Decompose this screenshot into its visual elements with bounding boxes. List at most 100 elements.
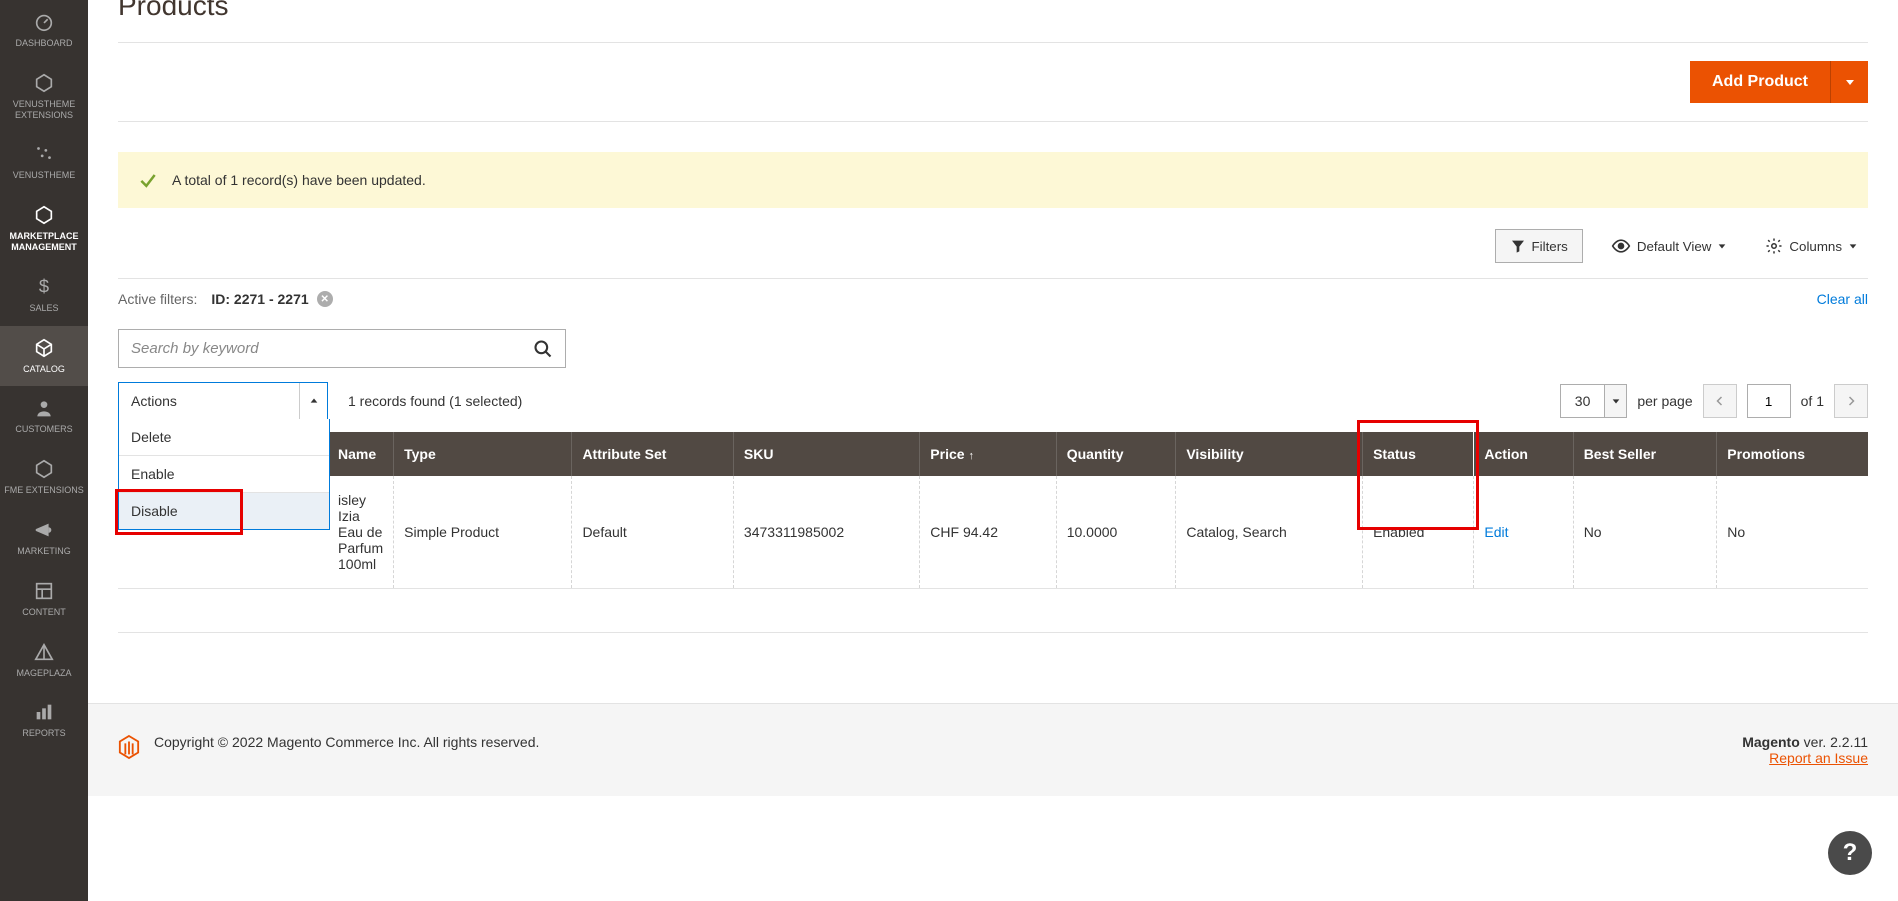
sidebar-item-label: FME EXTENSIONS [4, 485, 84, 496]
help-button[interactable]: ? [1828, 831, 1872, 875]
table-row[interactable]: isley Izia Eau de Parfum 100ml Simple Pr… [118, 476, 1868, 589]
admin-sidebar: DASHBOARD VENUSTHEME EXTENSIONS VENUSTHE… [0, 0, 88, 901]
edit-link[interactable]: Edit [1484, 524, 1508, 540]
col-sku[interactable]: SKU [733, 432, 919, 476]
page-input[interactable] [1747, 384, 1791, 418]
col-promotions[interactable]: Promotions [1717, 432, 1868, 476]
success-message-text: A total of 1 record(s) have been updated… [172, 172, 426, 188]
records-found-text: 1 records found (1 selected) [348, 393, 522, 409]
col-visibility[interactable]: Visibility [1176, 432, 1363, 476]
sidebar-item-label: MAGEPLAZA [16, 668, 71, 679]
col-action[interactable]: Action [1474, 432, 1573, 476]
page-total-label: of 1 [1801, 393, 1824, 409]
col-price-label: Price [930, 446, 964, 462]
sidebar-item-mageplaza[interactable]: MAGEPLAZA [0, 630, 88, 691]
filters-button[interactable]: Filters [1495, 229, 1583, 263]
prev-page-button[interactable] [1703, 384, 1737, 418]
sidebar-item-label: MARKETPLACE MANAGEMENT [4, 231, 84, 253]
grid-toolbar: Filters Default View Columns [118, 228, 1868, 264]
sidebar-item-venustheme[interactable]: VENUSTHEME [0, 132, 88, 193]
sidebar-item-label: SALES [29, 303, 58, 314]
sort-asc-icon: ↑ [969, 450, 975, 462]
sidebar-item-label: CONTENT [22, 607, 66, 618]
sidebar-item-catalog[interactable]: CATALOG [0, 326, 88, 387]
sidebar-item-content[interactable]: CONTENT [0, 569, 88, 630]
gear-icon [1765, 237, 1783, 255]
col-best-seller[interactable]: Best Seller [1573, 432, 1717, 476]
col-price[interactable]: Price ↑ [920, 432, 1056, 476]
active-filters-label: Active filters: [118, 291, 197, 307]
col-quantity[interactable]: Quantity [1056, 432, 1176, 476]
cell-quantity: 10.0000 [1056, 476, 1176, 589]
sidebar-item-label: VENUSTHEME [13, 170, 76, 181]
svg-text:$: $ [39, 276, 49, 297]
sidebar-item-label: DASHBOARD [15, 38, 72, 49]
page-title: Products [118, 0, 229, 22]
eye-icon [1611, 236, 1631, 256]
bar-chart-icon [32, 700, 56, 724]
action-disable-label: Disable [131, 503, 178, 519]
col-attribute-set[interactable]: Attribute Set [572, 432, 733, 476]
sidebar-item-venustheme-ext[interactable]: VENUSTHEME EXTENSIONS [0, 61, 88, 133]
active-filters-bar: Active filters: ID: 2271 - 2271 ✕ Clear … [118, 278, 1868, 319]
sidebar-item-marketplace[interactable]: MARKETPLACE MANAGEMENT [0, 193, 88, 265]
sidebar-item-customers[interactable]: CUSTOMERS [0, 386, 88, 447]
brand-name: Magento [1742, 734, 1800, 750]
table-spacer-row [118, 589, 1868, 633]
action-disable[interactable]: Disable [119, 492, 329, 529]
caret-down-icon [1848, 241, 1858, 251]
person-icon [32, 396, 56, 420]
cell-sku: 3473311985002 [733, 476, 919, 589]
add-product-split-button: Add Product [1690, 61, 1868, 103]
funnel-icon [1510, 238, 1526, 254]
hexagon-icon [32, 203, 56, 227]
mass-actions-dropdown[interactable]: Actions Delete Enable Disable [118, 382, 328, 420]
hexagon-icon [32, 457, 56, 481]
sidebar-item-marketing[interactable]: MARKETING [0, 508, 88, 569]
report-issue-link[interactable]: Report an Issue [1769, 750, 1868, 766]
col-type[interactable]: Type [394, 432, 572, 476]
magento-logo-icon [118, 734, 140, 760]
main-content: Products Add Product A total of 1 record… [88, 0, 1898, 663]
copyright-text: Copyright © 2022 Magento Commerce Inc. A… [154, 734, 539, 750]
default-view-button[interactable]: Default View [1601, 228, 1738, 264]
filters-label: Filters [1532, 239, 1568, 254]
col-status-label: Status [1373, 446, 1416, 462]
cell-type: Simple Product [394, 476, 572, 589]
search-bar [118, 329, 566, 368]
cell-attribute-set: Default [572, 476, 733, 589]
sidebar-item-fme[interactable]: FME EXTENSIONS [0, 447, 88, 508]
cell-best-seller: No [1573, 476, 1717, 589]
remove-filter-button[interactable]: ✕ [317, 291, 333, 307]
tent-icon [32, 640, 56, 664]
cube-icon [32, 336, 56, 360]
clear-all-filters[interactable]: Clear all [1817, 291, 1868, 307]
action-delete[interactable]: Delete [119, 419, 329, 455]
footer-right: Magento ver. 2.2.11 Report an Issue [1742, 734, 1868, 766]
pager: 30 per page of 1 [1560, 384, 1868, 418]
columns-button[interactable]: Columns [1755, 229, 1868, 263]
dashboard-icon [32, 10, 56, 34]
caret-down-icon [1604, 385, 1626, 417]
add-product-button[interactable]: Add Product [1690, 61, 1830, 103]
sidebar-item-reports[interactable]: REPORTS [0, 690, 88, 751]
filter-chip-text: ID: 2271 - 2271 [211, 291, 308, 307]
check-icon [138, 170, 158, 190]
sparkle-icon [32, 142, 56, 166]
page-footer: Copyright © 2022 Magento Commerce Inc. A… [88, 703, 1898, 796]
sidebar-item-label: MARKETING [17, 546, 71, 557]
dollar-icon: $ [32, 275, 56, 299]
question-icon: ? [1843, 839, 1858, 867]
per-page-select[interactable]: 30 [1560, 384, 1628, 418]
version-number: ver. 2.2.11 [1800, 734, 1868, 750]
action-enable[interactable]: Enable [119, 455, 329, 492]
search-input[interactable] [119, 330, 521, 367]
search-submit-button[interactable] [521, 330, 565, 367]
col-status[interactable]: Status [1363, 432, 1474, 476]
hexagon-icon [32, 71, 56, 95]
sidebar-item-sales[interactable]: $ SALES [0, 265, 88, 326]
sidebar-item-dashboard[interactable]: DASHBOARD [0, 0, 88, 61]
add-product-dropdown-toggle[interactable] [1830, 61, 1868, 103]
next-page-button[interactable] [1834, 384, 1868, 418]
grid-wrapper: Name Type Attribute Set SKU Price↑ Quant… [118, 432, 1868, 633]
